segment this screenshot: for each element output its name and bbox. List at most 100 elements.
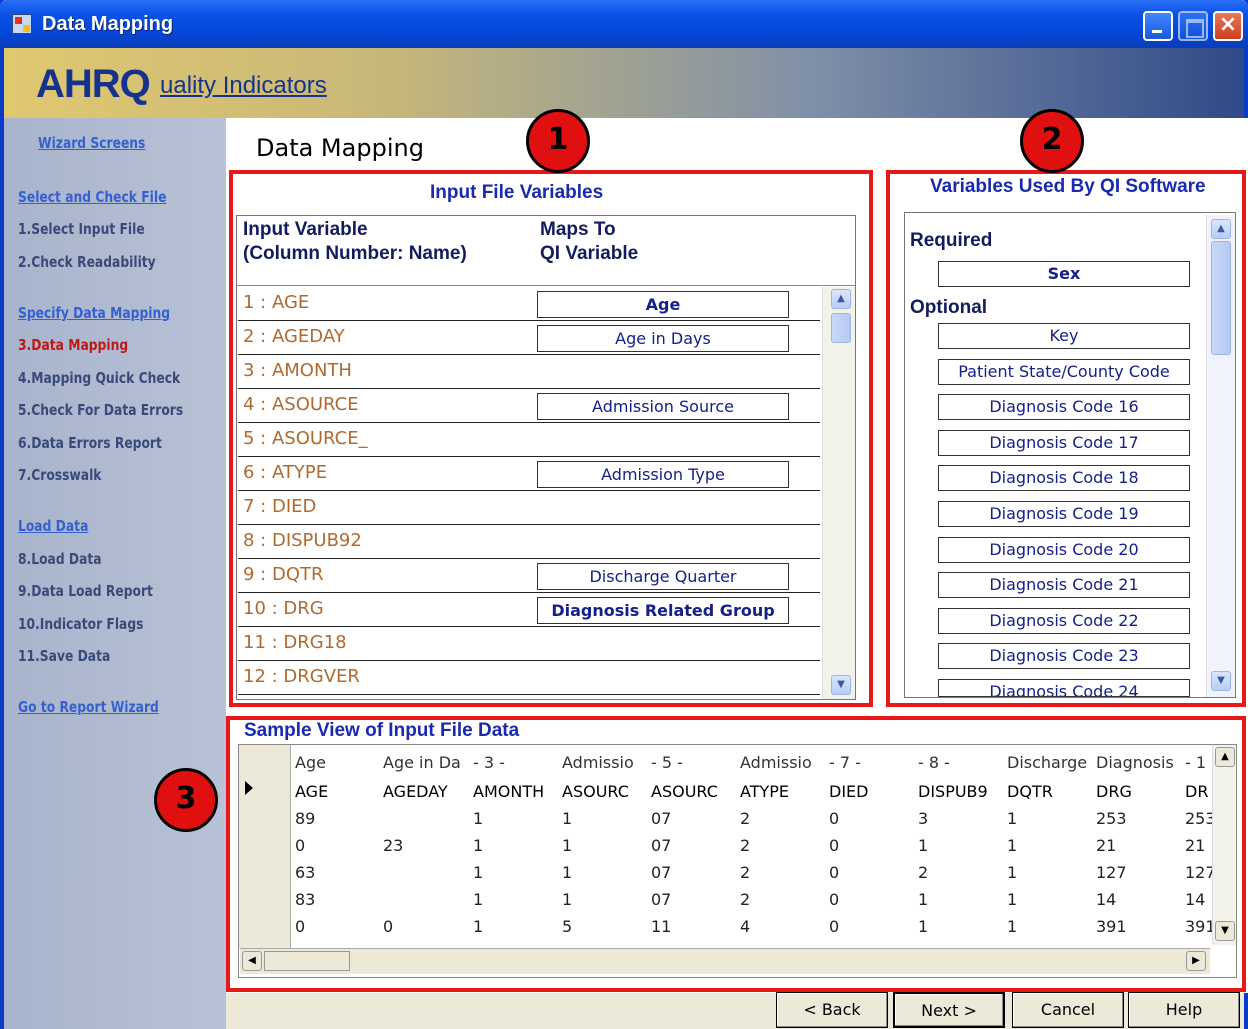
mapped-qi-variable[interactable]: Diagnosis Related Group <box>537 597 789 624</box>
scroll-thumb[interactable] <box>264 951 350 971</box>
qi-var-optional[interactable]: Diagnosis Code 22 <box>938 607 1190 634</box>
input-var-row[interactable]: 8 : DISPUB92 <box>238 525 820 559</box>
step-select-input-file[interactable]: 1.Select Input File <box>18 220 145 238</box>
grid-data-cell[interactable]: 1 <box>562 809 648 828</box>
grid-data-cell[interactable]: 391 <box>1096 917 1182 936</box>
grid-data-cell[interactable]: 0 <box>829 836 915 855</box>
grid-header-cell[interactable]: AMONTH <box>473 782 559 801</box>
grid-data-cell[interactable]: 2 <box>918 863 1004 882</box>
qi-var-optional[interactable]: Diagnosis Code 24 <box>938 679 1190 697</box>
qi-var-optional[interactable]: Diagnosis Code 17 <box>938 429 1190 456</box>
grid-data-cell[interactable]: 0 <box>295 836 381 855</box>
report-wizard-link[interactable]: Go to Report Wizard <box>18 698 159 716</box>
grid-header-cell[interactable]: DISPUB9 <box>918 782 1004 801</box>
input-var-row[interactable]: 11 : DRG18 <box>238 627 820 661</box>
grid-data-cell[interactable]: 1 <box>473 917 559 936</box>
grid-data-cell[interactable]: 07 <box>651 863 737 882</box>
next-button[interactable]: Next > <box>893 992 1005 1028</box>
scroll-thumb[interactable] <box>831 313 851 343</box>
grid-header-cell[interactable]: AGE <box>295 782 381 801</box>
grid-data-cell[interactable]: 1 <box>918 836 1004 855</box>
step-mapping-quick-check[interactable]: 4.Mapping Quick Check <box>18 369 180 387</box>
grid-data-cell[interactable]: 0 <box>295 917 381 936</box>
grid-data-cell[interactable]: 253 <box>1096 809 1182 828</box>
grid-data-cell[interactable]: 2 <box>740 863 826 882</box>
cancel-button[interactable]: Cancel <box>1012 992 1124 1028</box>
grid-data-cell[interactable]: 07 <box>651 890 737 909</box>
input-var-row[interactable]: 12 : DRGVER <box>238 661 820 695</box>
input-var-row[interactable]: 6 : ATYPE Admission Type <box>238 457 820 491</box>
grid-data-cell[interactable]: 11 <box>651 917 737 936</box>
input-var-row[interactable]: 1 : AGE Age <box>238 287 820 321</box>
grid-data-cell[interactable]: 14 <box>1096 890 1182 909</box>
step-data-load-report[interactable]: 9.Data Load Report <box>18 582 153 600</box>
grid-data-cell[interactable]: 21 <box>1096 836 1182 855</box>
grid-data-cell[interactable]: 1 <box>1007 917 1093 936</box>
back-button[interactable]: < Back <box>776 992 888 1028</box>
qi-var-optional[interactable]: Diagnosis Code 21 <box>938 572 1190 599</box>
scroll-right-icon[interactable]: ▶ <box>1186 951 1206 971</box>
grid-data-cell[interactable]: 1 <box>1007 809 1093 828</box>
input-var-row[interactable]: 9 : DQTR Discharge Quarter <box>238 559 820 593</box>
grid-data-cell[interactable]: 1 <box>1007 890 1093 909</box>
grid-header-cell[interactable]: DIED <box>829 782 915 801</box>
close-button[interactable]: × <box>1213 11 1243 41</box>
sample-data-grid[interactable]: Age Age in Da - 3 - Admissio - 5 - Admissio - … <box>238 744 1237 978</box>
grid-data-cell[interactable]: 23 <box>383 836 469 855</box>
grid-data-cell[interactable]: 2 <box>740 836 826 855</box>
step-save-data[interactable]: 11.Save Data <box>18 647 110 665</box>
input-var-row[interactable]: 3 : AMONTH <box>238 355 820 389</box>
input-var-row[interactable]: 10 : DRG Diagnosis Related Group <box>238 593 820 627</box>
input-var-row[interactable]: 4 : ASOURCE Admission Source <box>238 389 820 423</box>
step-data-mapping[interactable]: 3.Data Mapping <box>18 336 128 354</box>
mapped-qi-variable[interactable]: Age in Days <box>537 325 789 352</box>
grid-header-cell[interactable]: ASOURC <box>651 782 737 801</box>
wizard-screens-link[interactable]: Wizard Screens <box>38 134 145 152</box>
input-var-row[interactable]: 7 : DIED <box>238 491 820 525</box>
grid-header-cell[interactable]: DRG <box>1096 782 1182 801</box>
qi-var-optional[interactable]: Key <box>938 323 1190 349</box>
grid-hscrollbar[interactable]: ◀ ▶ <box>240 948 1210 974</box>
qi-var-optional[interactable]: Patient State/County Code <box>938 358 1190 385</box>
scroll-thumb[interactable] <box>1211 241 1231 355</box>
grid-data-cell[interactable]: 1 <box>918 917 1004 936</box>
grid-data-cell[interactable]: 2 <box>740 890 826 909</box>
grid-header-cell[interactable]: ATYPE <box>740 782 826 801</box>
grid-data-cell[interactable]: 4 <box>740 917 826 936</box>
qi-var-optional[interactable]: Diagnosis Code 20 <box>938 536 1190 563</box>
grid-data-cell[interactable]: 127 <box>1096 863 1182 882</box>
grid-data-cell[interactable]: 1 <box>562 836 648 855</box>
grid-header-cell[interactable]: ASOURC <box>562 782 648 801</box>
step-load-data[interactable]: 8.Load Data <box>18 550 102 568</box>
mapped-qi-variable[interactable]: Admission Type <box>537 461 789 488</box>
input-vars-scrollbar[interactable]: ▲ ▼ <box>822 287 855 699</box>
grid-data-cell[interactable]: 0 <box>829 809 915 828</box>
grid-data-cell[interactable]: 5 <box>562 917 648 936</box>
grid-data-cell[interactable]: 2 <box>740 809 826 828</box>
grid-data-cell[interactable]: 0 <box>829 917 915 936</box>
grid-data-cell[interactable]: 1 <box>473 890 559 909</box>
section-select-check-file[interactable]: Select and Check File <box>18 188 166 206</box>
scroll-down-icon[interactable]: ▼ <box>1211 671 1231 691</box>
scroll-left-icon[interactable]: ◀ <box>242 951 262 971</box>
grid-data-cell[interactable]: 1 <box>473 863 559 882</box>
scroll-up-icon[interactable]: ▲ <box>831 289 851 309</box>
grid-data-cell[interactable]: 1 <box>473 836 559 855</box>
qi-vars-scrollbar[interactable]: ▲ ▼ <box>1206 215 1235 697</box>
step-check-data-errors[interactable]: 5.Check For Data Errors <box>18 401 183 419</box>
grid-data-cell[interactable]: 1 <box>473 809 559 828</box>
mapped-qi-variable[interactable]: Admission Source <box>537 393 789 420</box>
scroll-up-icon[interactable]: ▲ <box>1215 747 1235 767</box>
grid-data-cell[interactable]: 1 <box>918 890 1004 909</box>
grid-data-cell[interactable]: 89 <box>295 809 381 828</box>
grid-header-cell[interactable]: DQTR <box>1007 782 1093 801</box>
help-button[interactable]: Help <box>1128 992 1240 1028</box>
qi-var-optional[interactable]: Diagnosis Code 18 <box>938 465 1190 492</box>
qi-var-optional[interactable]: Diagnosis Code 19 <box>938 501 1190 527</box>
grid-data-cell[interactable]: 0 <box>829 890 915 909</box>
grid-data-cell[interactable]: 0 <box>829 863 915 882</box>
grid-data-cell[interactable]: 1 <box>562 863 648 882</box>
grid-data-cell[interactable]: 0 <box>383 917 469 936</box>
grid-data-cell[interactable]: 07 <box>651 836 737 855</box>
grid-data-cell[interactable]: 1 <box>1007 863 1093 882</box>
